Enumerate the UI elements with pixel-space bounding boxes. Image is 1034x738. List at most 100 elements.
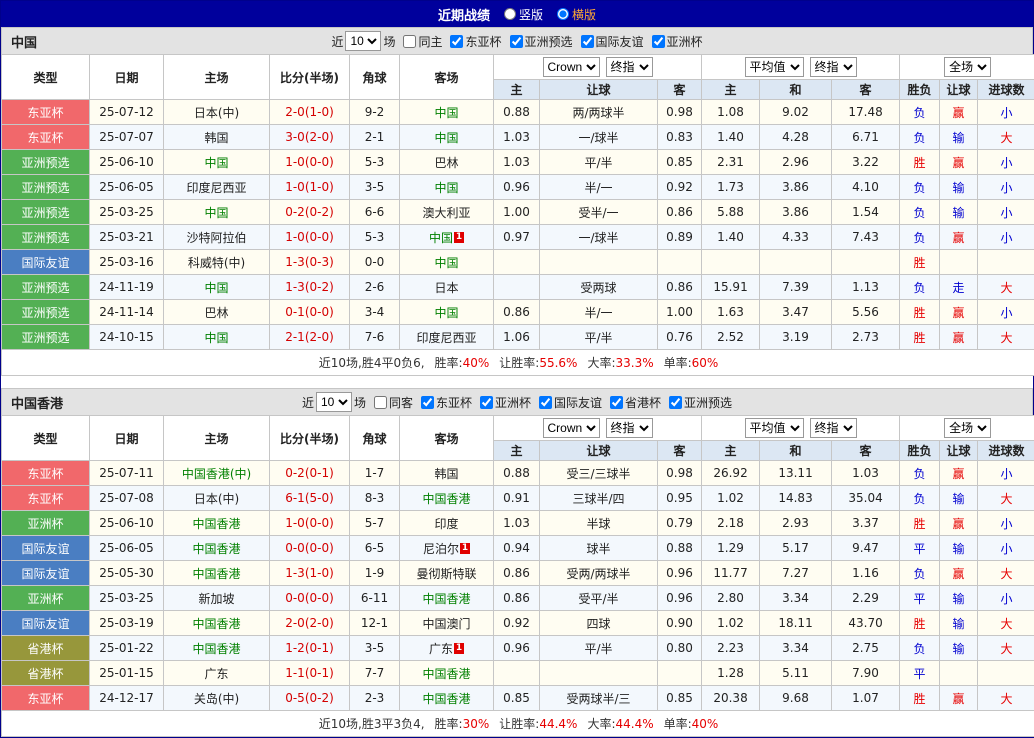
competition-toggle-亚洲预选[interactable]: 亚洲预选 <box>663 394 732 411</box>
date-cell: 25-07-11 <box>90 461 164 486</box>
score: 1-0(0-0) <box>285 155 334 169</box>
page: 近期战绩 竖版 横版 中国近10场同主东亚杯亚洲预选国际友谊亚洲杯类型日期主场比… <box>0 0 1034 738</box>
competition-toggle-亚洲杯[interactable]: 亚洲杯 <box>474 394 531 411</box>
away-team-cell: 巴林 <box>400 150 494 175</box>
odds-away-cell: 0.86 <box>658 275 702 300</box>
average-select[interactable]: 平均值 <box>745 57 804 77</box>
competition-checkbox[interactable] <box>450 35 463 48</box>
summary-stat: 胜率:30% <box>435 717 490 731</box>
results-table: 类型日期主场比分(半场)角球客场Crown终指平均值终指全场主让球客主和客胜负让… <box>1 415 1034 737</box>
odds-home-cell: 1.00 <box>494 200 540 225</box>
corner-cell: 2-6 <box>350 275 400 300</box>
layout-radio-horizontal[interactable] <box>557 8 569 20</box>
avg-final-select[interactable]: 终指 <box>810 418 857 438</box>
table-row: 东亚杯25-07-08日本(中)6-1(5-0)8-3中国香港0.91三球半/四… <box>2 486 1034 511</box>
competition-checkbox[interactable] <box>581 35 594 48</box>
result-goals-cell: 小 <box>978 150 1034 175</box>
competition-checkbox[interactable] <box>480 396 493 409</box>
layout-option-vertical-label: 竖版 <box>519 6 543 23</box>
score: 0-0(0-0) <box>285 541 334 555</box>
score-cell: 1-1(0-1) <box>270 661 350 686</box>
competition-toggle-东亚杯[interactable]: 东亚杯 <box>444 33 501 50</box>
avg-home-cell: 2.18 <box>702 511 760 536</box>
odds-final-select[interactable]: 终指 <box>606 418 653 438</box>
result-goals-cell: 大 <box>978 125 1034 150</box>
competition-toggle-亚洲预选[interactable]: 亚洲预选 <box>504 33 573 50</box>
summary-stat-label: 大率: <box>587 356 615 370</box>
competition-toggle-国际友谊[interactable]: 国际友谊 <box>533 394 602 411</box>
home-team-cell: 中国香港 <box>164 511 270 536</box>
table-row: 亚洲杯25-06-10中国香港1-0(0-0)5-7印度1.03半球0.792.… <box>2 511 1034 536</box>
same-venue-checkbox[interactable] <box>403 35 416 48</box>
home-team-cell: 广东 <box>164 661 270 686</box>
avg-draw-cell: 3.86 <box>760 175 832 200</box>
type-cell: 东亚杯 <box>2 686 90 711</box>
table-row: 东亚杯25-07-07韩国3-0(2-0)2-1中国1.03一/球半0.831.… <box>2 125 1034 150</box>
recent-count-select[interactable]: 10 <box>345 31 381 51</box>
subcolumn-header-odds-handicap: 让球 <box>540 80 658 100</box>
away-team: 中国 <box>434 256 458 270</box>
avg-final-select[interactable]: 终指 <box>810 57 857 77</box>
fulltime-select-group: 全场 <box>900 416 1034 441</box>
competition-checkbox[interactable] <box>669 396 682 409</box>
odds-away-cell: 0.95 <box>658 486 702 511</box>
filter-controls: 近10场同主东亚杯亚洲预选国际友谊亚洲杯 <box>330 31 703 51</box>
competition-checkbox[interactable] <box>539 396 552 409</box>
away-team-cell: 中国 <box>400 175 494 200</box>
competition-checkbox[interactable] <box>421 396 434 409</box>
score: 1-0(0-0) <box>285 230 334 244</box>
recent-count-select[interactable]: 10 <box>316 392 352 412</box>
filter-bar: 中国近10场同主东亚杯亚洲预选国际友谊亚洲杯 <box>1 27 1033 54</box>
competition-toggle-亚洲杯[interactable]: 亚洲杯 <box>646 33 703 50</box>
result-winloss-cell: 负 <box>900 125 940 150</box>
result-handicap-cell: 输 <box>940 175 978 200</box>
result-winloss-cell: 胜 <box>900 611 940 636</box>
table-row: 东亚杯25-07-12日本(中)2-0(1-0)9-2中国0.88两/两球半0.… <box>2 100 1034 125</box>
score-cell: 2-0(1-0) <box>270 100 350 125</box>
competition-checkbox[interactable] <box>510 35 523 48</box>
competition-toggle-国际友谊[interactable]: 国际友谊 <box>575 33 644 50</box>
competition-label: 东亚杯 <box>465 33 501 50</box>
column-header-date: 日期 <box>90 55 164 100</box>
competition-toggle-省港杯[interactable]: 省港杯 <box>604 394 661 411</box>
fulltime-select[interactable]: 全场 <box>944 418 991 438</box>
odds-final-select[interactable]: 终指 <box>606 57 653 77</box>
type-cell: 亚洲杯 <box>2 586 90 611</box>
home-team: 广东 <box>204 667 228 681</box>
odds-away-cell: 0.85 <box>658 686 702 711</box>
same-venue-toggle[interactable]: 同主 <box>397 33 442 50</box>
odds-away-cell: 0.98 <box>658 100 702 125</box>
average-select[interactable]: 平均值 <box>745 418 804 438</box>
same-venue-toggle[interactable]: 同客 <box>368 394 413 411</box>
subcolumn-header-res-winloss: 胜负 <box>900 80 940 100</box>
corner-cell: 0-0 <box>350 250 400 275</box>
avg-home-cell: 1.08 <box>702 100 760 125</box>
odds-home-cell: 0.86 <box>494 561 540 586</box>
same-venue-checkbox[interactable] <box>374 396 387 409</box>
layout-option-horizontal[interactable]: 横版 <box>557 6 596 23</box>
result-winloss-cell: 胜 <box>900 250 940 275</box>
bookmaker-select[interactable]: Crown <box>543 418 600 438</box>
away-team: 中国 <box>434 306 458 320</box>
away-team: 中国澳门 <box>422 617 470 631</box>
handicap-cell: 两/两球半 <box>540 100 658 125</box>
result-goals-cell: 小 <box>978 511 1034 536</box>
summary-stat-value: 44.4% <box>539 717 577 731</box>
layout-radio-vertical[interactable] <box>504 8 516 20</box>
result-winloss-cell: 负 <box>900 561 940 586</box>
bookmaker-select[interactable]: Crown <box>543 57 600 77</box>
result-handicap-cell: 赢 <box>940 100 978 125</box>
competition-checkbox[interactable] <box>652 35 665 48</box>
competition-toggle-东亚杯[interactable]: 东亚杯 <box>415 394 472 411</box>
layout-option-vertical[interactable]: 竖版 <box>504 6 543 23</box>
result-handicap-cell: 赢 <box>940 150 978 175</box>
competition-label: 国际友谊 <box>596 33 644 50</box>
score-cell: 3-0(2-0) <box>270 125 350 150</box>
date-cell: 24-11-19 <box>90 275 164 300</box>
score-cell: 0-0(0-0) <box>270 586 350 611</box>
competition-checkbox[interactable] <box>610 396 623 409</box>
away-team-cell: 中国 <box>400 300 494 325</box>
home-team-cell: 新加坡 <box>164 586 270 611</box>
odds-home-cell: 0.86 <box>494 300 540 325</box>
fulltime-select[interactable]: 全场 <box>944 57 991 77</box>
